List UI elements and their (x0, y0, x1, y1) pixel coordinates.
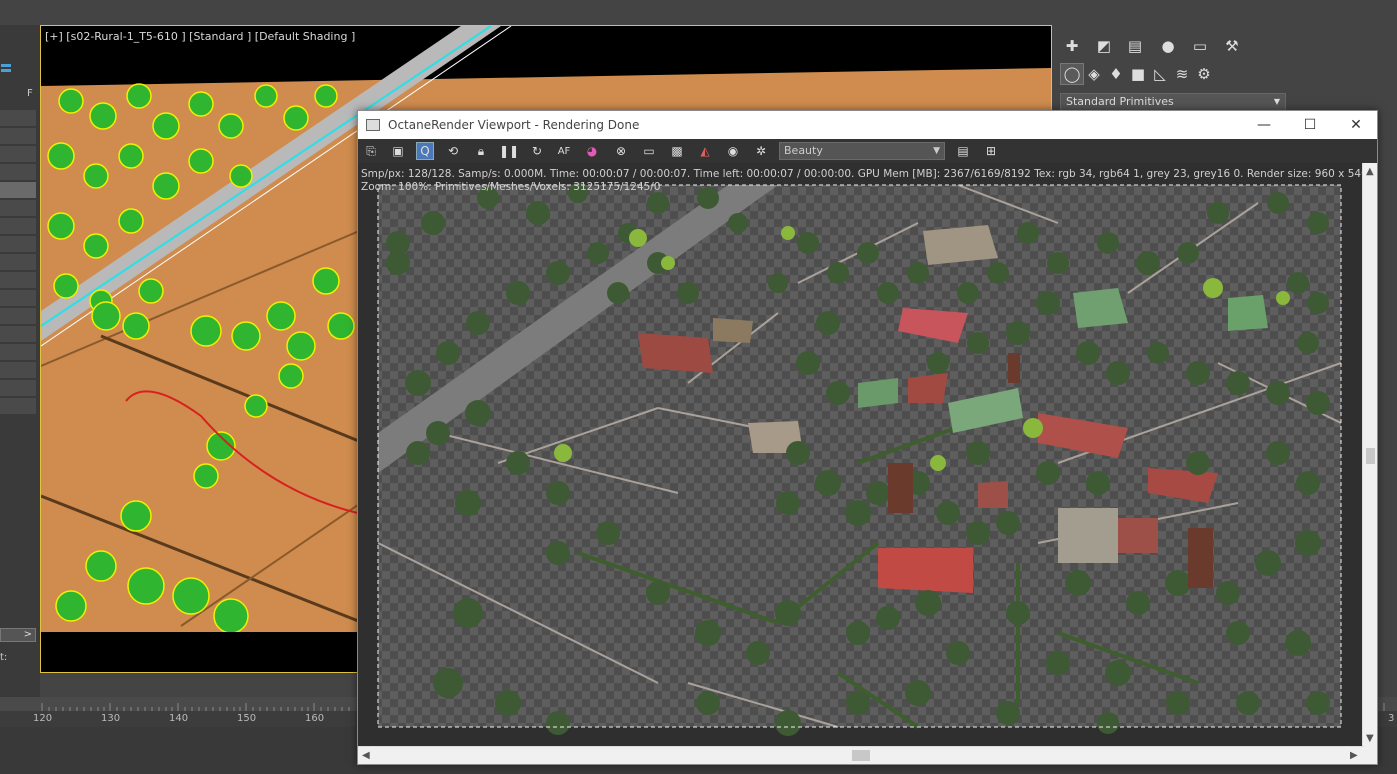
render-image (377, 183, 1342, 736)
gpu-icon[interactable]: ◉ (724, 142, 742, 160)
list-row[interactable] (0, 200, 36, 217)
list-row[interactable] (0, 344, 36, 361)
list-row-selected[interactable] (0, 182, 36, 199)
list-row[interactable] (0, 110, 36, 127)
octane-render-window[interactable]: OctaneRender Viewport - Rendering Done —… (357, 110, 1378, 765)
horizontal-scroll-thumb[interactable] (852, 750, 870, 761)
settings-icon[interactable]: ▭ (640, 142, 658, 160)
scroll-down-icon[interactable]: ▼ (1366, 733, 1374, 744)
systems-category-icon[interactable]: ⚙ (1192, 63, 1216, 85)
list-row[interactable] (0, 362, 36, 379)
save-image-icon[interactable]: ▣ (389, 142, 407, 160)
tick-label: 120 (33, 713, 53, 724)
chevron-down-icon: ▼ (933, 146, 940, 156)
list-row[interactable] (0, 290, 36, 307)
chevron-down-icon: ▼ (1273, 97, 1280, 106)
render-stats-line1: Smp/px: 128/128. Samp/s: 0.000M. Time: 0… (361, 168, 1364, 180)
vertical-scrollbar[interactable]: ▲ ▼ (1362, 163, 1377, 748)
render-pass-select[interactable]: Beauty ▼ (779, 142, 945, 160)
layer-icon[interactable] (0, 62, 16, 76)
geometry-category-icon[interactable]: ◯ (1060, 63, 1084, 85)
restart-render-icon[interactable]: ⟲ (444, 142, 462, 160)
create-tab-icon[interactable]: ✚ (1060, 35, 1084, 57)
region-render-icon[interactable]: Q (416, 142, 434, 160)
list-row[interactable] (0, 254, 36, 271)
motion-tab-icon[interactable]: ● (1156, 35, 1180, 57)
list-row[interactable] (0, 128, 36, 145)
list-row[interactable] (0, 380, 36, 397)
list-row[interactable] (0, 236, 36, 253)
tick-label: 160 (305, 713, 325, 724)
pause-icon[interactable]: ❚❚ (499, 142, 519, 160)
tick-label: 130 (101, 713, 121, 724)
shapes-category-icon[interactable]: ◈ (1082, 63, 1106, 85)
cameras-category-icon[interactable]: ■ (1126, 63, 1150, 85)
horizontal-scrollbar[interactable]: ◀ ▶ (358, 746, 1364, 764)
list-row[interactable] (0, 218, 36, 235)
scroll-up-icon[interactable]: ▲ (1366, 166, 1374, 177)
export-icon[interactable]: ⊞ (982, 142, 1000, 160)
app-root: F > t: [+] [s02-Rural-1_T5-610 ] [Standa… (0, 0, 1397, 774)
status-label-t: t: (0, 652, 8, 663)
tick-label: 150 (237, 713, 257, 724)
scroll-right-icon[interactable]: ▶ (1350, 750, 1358, 761)
camera-icon[interactable]: ▩ (668, 142, 686, 160)
tick-label: 140 (169, 713, 189, 724)
minimize-button[interactable]: — (1241, 111, 1287, 139)
octane-logo-icon[interactable]: ✲ (752, 142, 770, 160)
list-row[interactable] (0, 146, 36, 163)
scroll-left-icon[interactable]: ◀ (362, 750, 370, 761)
spacewarps-category-icon[interactable]: ≋ (1170, 63, 1194, 85)
vertical-scroll-thumb[interactable] (1366, 448, 1375, 464)
primitive-type-dropdown[interactable]: Standard Primitives ▼ (1060, 93, 1286, 111)
film-icon[interactable]: ◭ (696, 142, 714, 160)
column-header-f: F (27, 88, 33, 99)
render-pass-value: Beauty (784, 144, 823, 157)
list-row[interactable] (0, 164, 36, 181)
list-row[interactable] (0, 308, 36, 325)
expand-arrow-button[interactable]: > (0, 628, 36, 642)
list-row[interactable] (0, 326, 36, 343)
lights-category-icon[interactable]: ♦ (1104, 63, 1128, 85)
lock-icon[interactable]: 🔒︎ (472, 142, 490, 160)
window-icon (366, 119, 380, 131)
color-picker-icon[interactable]: ◕ (583, 142, 601, 160)
list-row[interactable] (0, 398, 36, 415)
list-row[interactable] (0, 272, 36, 289)
refresh-icon[interactable]: ↻ (528, 142, 546, 160)
octane-toolbar: ⎘ ▣ Q ⟲ 🔒︎ ❚❚ ↻ AF ◕ ⊗ ▭ ▩ ◭ ◉ ✲ Beauty … (358, 139, 1377, 163)
copy-to-clipboard-icon[interactable]: ⎘ (362, 142, 380, 160)
modify-tab-icon[interactable]: ◩ (1092, 35, 1116, 57)
left-panel-strip: F > t: (0, 25, 40, 725)
helpers-category-icon[interactable]: ◺ (1148, 63, 1172, 85)
focus-picker-icon[interactable]: AF (555, 142, 573, 160)
render-stats-line2: Zoom: 100%. Primitives/Meshes/Voxels: 31… (361, 181, 661, 193)
viewport-label[interactable]: [+] [s02-Rural-1_T5-610 ] [Standard ] [D… (45, 30, 355, 43)
material-picker-icon[interactable]: ⊗ (612, 142, 630, 160)
tick-label: 3 (1388, 713, 1395, 724)
close-button[interactable]: ✕ (1333, 111, 1379, 139)
render-passes-icon[interactable]: ▤ (954, 142, 972, 160)
render-view[interactable]: Smp/px: 128/128. Samp/s: 0.000M. Time: 0… (358, 163, 1364, 748)
maximize-button[interactable]: ☐ (1287, 111, 1333, 139)
primitive-type-value: Standard Primitives (1066, 95, 1174, 108)
display-tab-icon[interactable]: ▭ (1188, 35, 1212, 57)
hierarchy-tab-icon[interactable]: ▤ (1123, 35, 1147, 57)
window-title-bar[interactable]: OctaneRender Viewport - Rendering Done —… (358, 111, 1377, 139)
utilities-tab-icon[interactable]: ⚒ (1220, 35, 1244, 57)
window-title: OctaneRender Viewport - Rendering Done (388, 118, 640, 132)
